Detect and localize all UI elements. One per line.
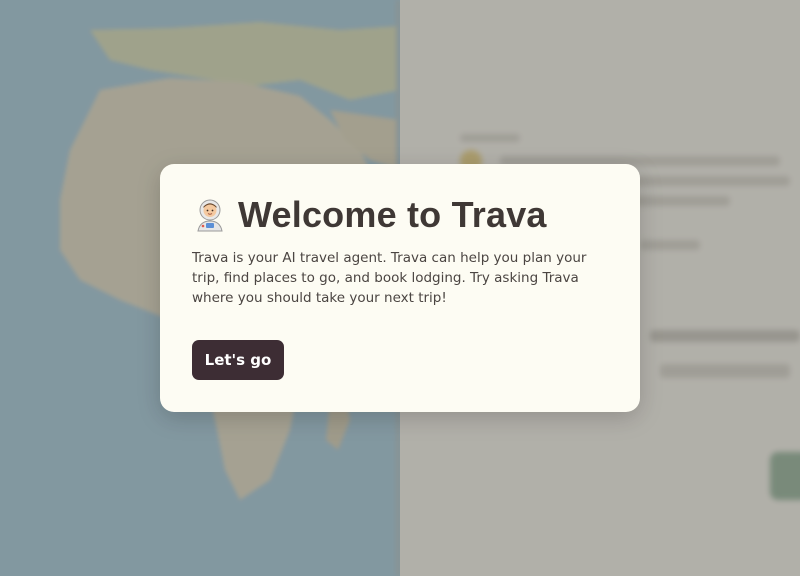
modal-title-text: Welcome to Trava <box>238 194 547 235</box>
modal-description: Trava is your AI travel agent. Trava can… <box>192 250 587 306</box>
welcome-modal: Welcome to Trava Trava is your AI travel… <box>160 164 640 412</box>
lets-go-button[interactable]: Let's go <box>192 340 284 380</box>
astronaut-icon <box>192 197 228 233</box>
app-window: Welcome to Trava Trava is your AI travel… <box>0 0 800 576</box>
modal-title: Welcome to Trava <box>192 194 608 236</box>
